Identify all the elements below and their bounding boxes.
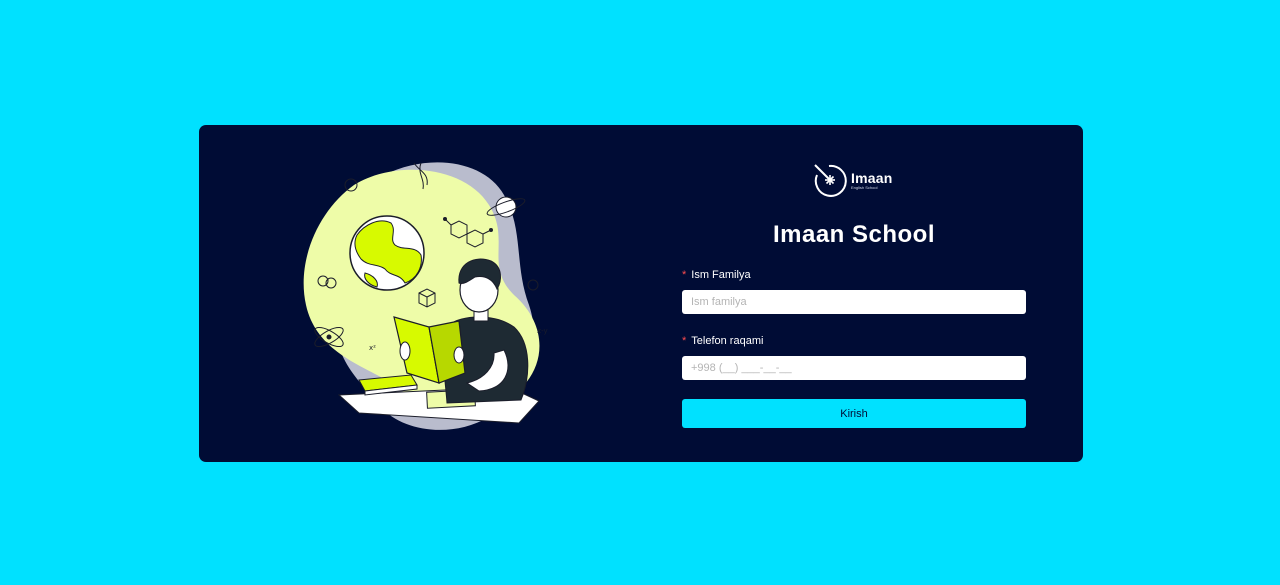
- student-reading-illustration: x-y x²: [299, 155, 569, 435]
- svg-text:x-y: x-y: [537, 327, 548, 335]
- form-title: Imaan School: [772, 221, 936, 248]
- name-label-text: Ism Familya: [691, 269, 751, 281]
- name-field-label: * Ism Familya: [682, 269, 751, 281]
- required-marker: *: [682, 335, 687, 347]
- phone-input[interactable]: [682, 356, 1026, 380]
- login-button[interactable]: Kirish: [682, 399, 1026, 428]
- svg-text:x²: x²: [369, 344, 376, 352]
- logo-icon: [814, 164, 847, 197]
- required-marker: *: [682, 269, 687, 281]
- brand-logo: Imaan English School: [813, 163, 897, 197]
- login-form: Imaan English School Imaan School * Ism …: [682, 125, 1026, 462]
- logo-subtitle: English School: [851, 184, 878, 190]
- name-input[interactable]: [682, 290, 1026, 314]
- phone-field-label: * Telefon raqami: [682, 335, 763, 347]
- login-card: x-y x² Imaan English School Imaan School…: [199, 125, 1083, 462]
- logo-name: Imaan: [851, 169, 893, 186]
- phone-label-text: Telefon raqami: [691, 335, 764, 347]
